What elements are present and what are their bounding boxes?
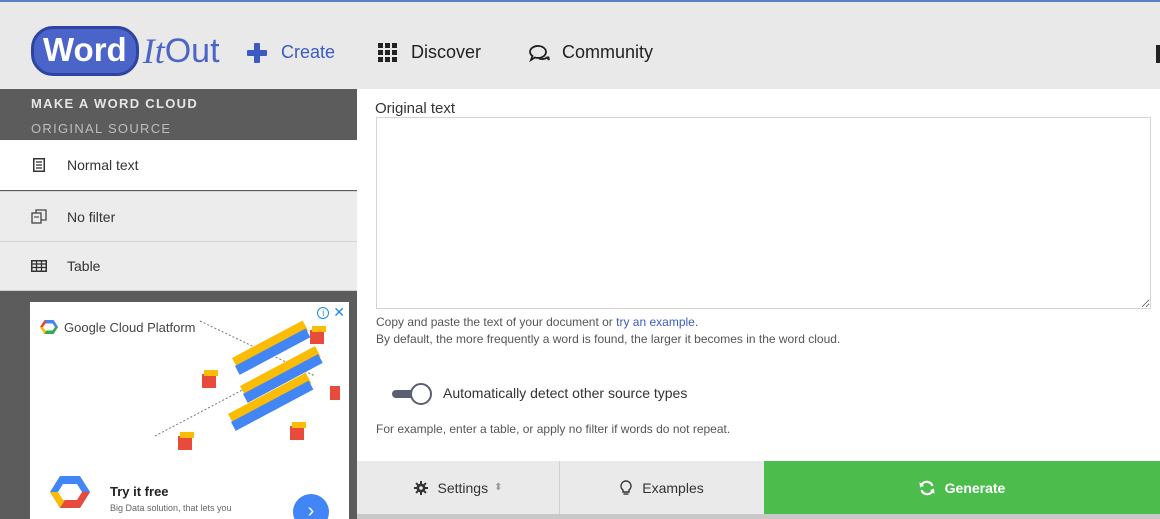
try-example-link[interactable]: try an example — [616, 315, 695, 329]
refresh-icon — [919, 480, 935, 496]
help-suffix: . — [694, 315, 699, 329]
document-icon — [31, 158, 47, 172]
original-text-label: Original text — [375, 100, 456, 117]
header-edge-fragment — [1156, 45, 1160, 63]
help-prefix: Copy and paste the text of your document… — [376, 315, 617, 329]
logo-word: Word — [31, 26, 139, 76]
bottom-action-bar: Settings ⬍ Examples Generate — [357, 461, 1160, 514]
auto-detect-label[interactable]: Automatically detect other source types — [443, 385, 687, 401]
nav-community-link[interactable]: Community — [528, 42, 653, 63]
auto-detect-toggle[interactable] — [392, 383, 434, 405]
help-text-example: For example, enter a table, or apply no … — [376, 422, 731, 436]
settings-label: Settings — [437, 479, 489, 496]
examples-label: Examples — [642, 479, 704, 496]
google-cloud-hex-large-icon — [50, 476, 90, 508]
nav-community-label: Community — [562, 42, 654, 62]
generate-button[interactable]: Generate — [764, 461, 1160, 514]
generate-label: Generate — [944, 479, 1006, 496]
sort-icon: ⬍ — [494, 482, 503, 493]
logo-out: Out — [164, 32, 220, 70]
nav-create-link[interactable]: Create — [247, 42, 335, 63]
copy-icon — [31, 209, 47, 224]
table-icon — [31, 260, 47, 272]
toggle-knob — [410, 383, 432, 405]
google-cloud-hex-icon — [40, 320, 58, 334]
help-text-frequency: By default, the more frequently a word i… — [376, 332, 841, 346]
original-text-input[interactable] — [376, 117, 1151, 309]
top-header: Word It Out Create Discover Community — [0, 0, 1160, 89]
help-text-paste: Copy and paste the text of your document… — [376, 315, 698, 329]
nav-create-label: Create — [281, 42, 336, 62]
plus-icon — [247, 42, 267, 63]
lightbulb-icon — [620, 479, 632, 496]
sidebar-item-no-filter[interactable]: No filter — [0, 191, 357, 241]
sidebar-item-label: No filter — [67, 208, 116, 225]
advertisement[interactable]: Google Cloud Platform i ✕ Try it free Bi… — [30, 302, 349, 519]
sidebar-item-normal-text[interactable]: Normal text — [0, 140, 357, 190]
sidebar-item-label: Table — [67, 258, 101, 274]
ad-title: Try it free — [110, 484, 169, 499]
ad-subtitle: Big Data solution, that lets you — [110, 503, 232, 513]
ad-arrow-button[interactable]: › — [293, 494, 329, 519]
settings-button[interactable]: Settings ⬍ — [357, 461, 560, 514]
sidebar-item-label: Normal text — [67, 157, 139, 173]
wordItOut-logo[interactable]: Word It Out — [31, 26, 220, 76]
nav-discover-label: Discover — [411, 42, 482, 62]
sidebar-heading: MAKE A WORD CLOUD — [31, 96, 199, 111]
nav-discover-link[interactable]: Discover — [378, 42, 481, 63]
grid-icon — [378, 43, 397, 62]
chat-bubbles-icon — [529, 44, 550, 62]
bottom-shadow — [357, 514, 1160, 519]
sidebar-subheading: ORIGINAL SOURCE — [31, 121, 172, 136]
logo-it: It — [142, 31, 165, 71]
sidebar-item-table[interactable]: Table — [0, 241, 357, 291]
isometric-blocks-illustration — [154, 320, 340, 450]
gear-icon — [413, 480, 428, 495]
examples-button[interactable]: Examples — [560, 461, 764, 514]
